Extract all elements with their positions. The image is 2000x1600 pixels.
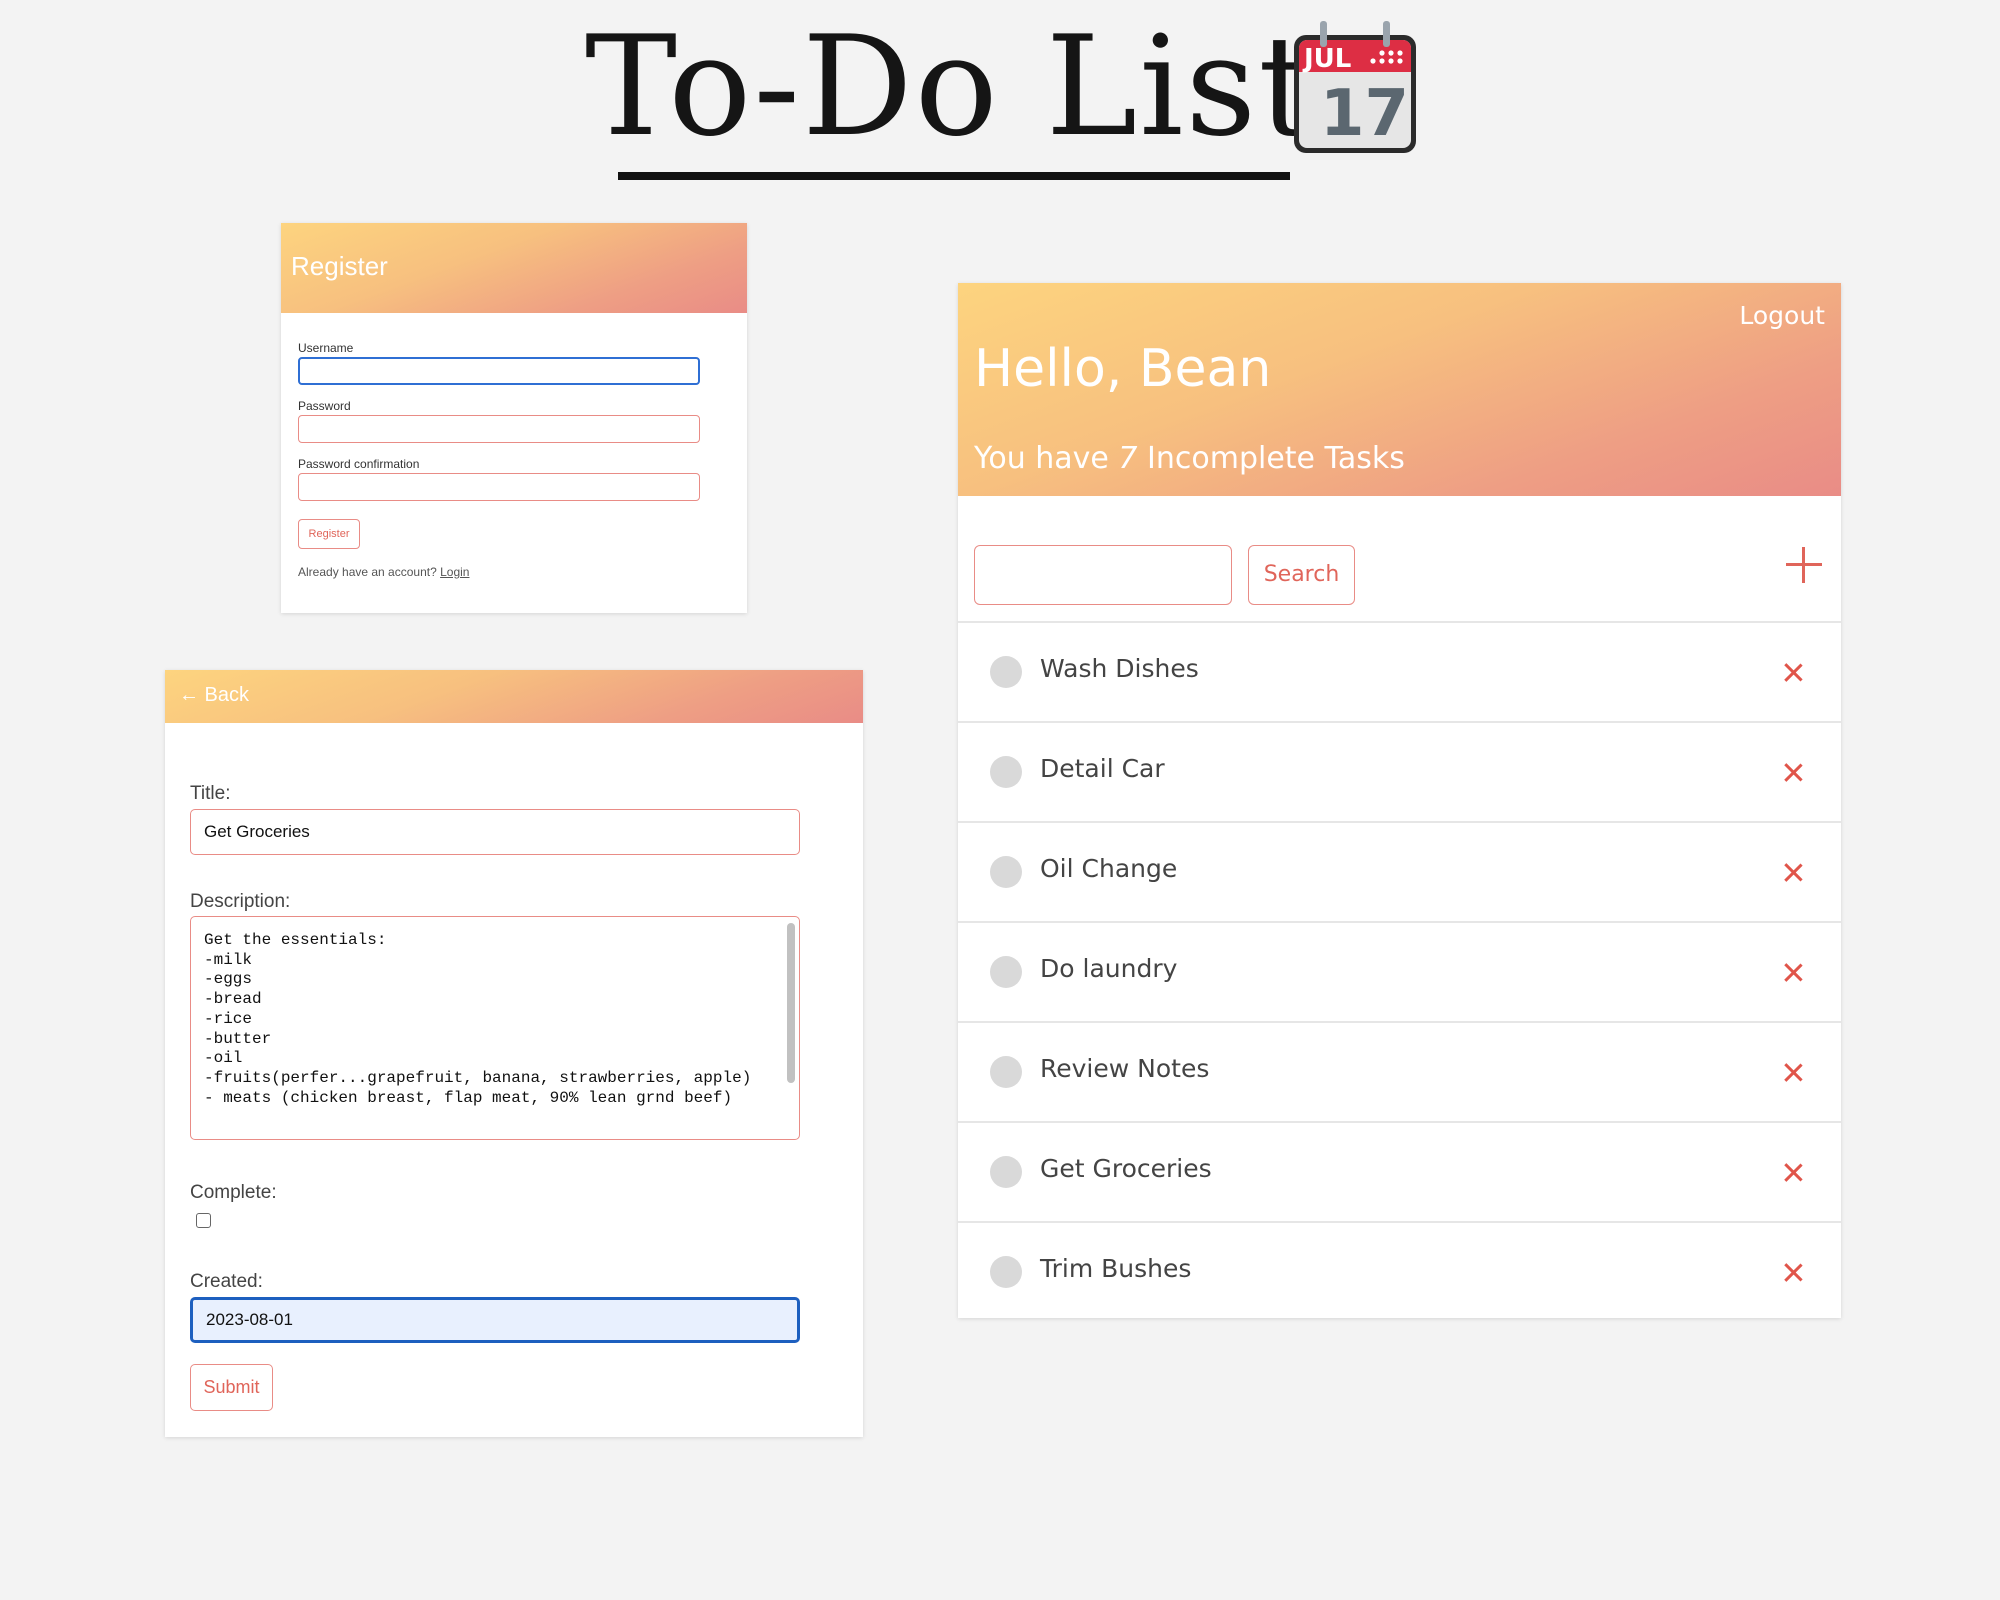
title-input[interactable]: Get Groceries bbox=[190, 809, 800, 855]
page-title: To-Do List bbox=[585, 6, 1316, 167]
circle-check-icon[interactable] bbox=[990, 956, 1022, 988]
close-icon[interactable] bbox=[1777, 856, 1809, 888]
task-row[interactable]: Detail Car bbox=[958, 723, 1841, 823]
task-row[interactable]: Review Notes bbox=[958, 1023, 1841, 1123]
edit-task-header: ← Back bbox=[165, 670, 863, 723]
task-title: Oil Change bbox=[1040, 854, 1178, 883]
calendar-icon: JUL 17 bbox=[1294, 21, 1416, 153]
register-card: Register Username Password Password conf… bbox=[281, 223, 747, 613]
circle-check-icon[interactable] bbox=[990, 1156, 1022, 1188]
complete-label: Complete: bbox=[190, 1182, 277, 1203]
task-row[interactable]: Get Groceries bbox=[958, 1123, 1841, 1223]
created-label: Created: bbox=[190, 1271, 263, 1292]
task-title: Trim Bushes bbox=[1040, 1254, 1192, 1283]
close-icon[interactable] bbox=[1777, 1056, 1809, 1088]
task-row[interactable]: Wash Dishes bbox=[958, 623, 1841, 723]
task-row[interactable]: Do laundry bbox=[958, 923, 1841, 1023]
password-label: Password bbox=[298, 399, 351, 413]
close-icon[interactable] bbox=[1777, 1256, 1809, 1288]
login-prompt-text: Already have an account? bbox=[298, 565, 441, 579]
close-icon[interactable] bbox=[1777, 756, 1809, 788]
circle-check-icon[interactable] bbox=[990, 656, 1022, 688]
circle-check-icon[interactable] bbox=[990, 1056, 1022, 1088]
greeting: Hello, Bean bbox=[974, 339, 1272, 399]
close-icon[interactable] bbox=[1777, 656, 1809, 688]
task-row[interactable]: Oil Change bbox=[958, 823, 1841, 923]
username-label: Username bbox=[298, 341, 354, 355]
task-title: Review Notes bbox=[1040, 1054, 1210, 1083]
login-link[interactable]: Login bbox=[440, 565, 469, 579]
incomplete-count: 7 bbox=[1118, 441, 1138, 476]
created-date-input[interactable]: 2023-08-01 bbox=[190, 1297, 800, 1343]
description-scrollbar[interactable] bbox=[787, 923, 795, 1083]
circle-check-icon[interactable] bbox=[990, 856, 1022, 888]
search-button[interactable]: Search bbox=[1248, 545, 1355, 605]
description-label: Description: bbox=[190, 891, 291, 912]
incomplete-suffix: Incomplete Tasks bbox=[1137, 441, 1405, 476]
username-input[interactable] bbox=[298, 357, 700, 385]
task-list-card: Logout Hello, Bean You have 7 Incomplete… bbox=[958, 283, 1841, 1318]
task-title: Do laundry bbox=[1040, 954, 1178, 983]
incomplete-summary: You have 7 Incomplete Tasks bbox=[974, 441, 1405, 476]
task-title: Detail Car bbox=[1040, 754, 1165, 783]
description-textarea[interactable]: Get the essentials: -milk -eggs -bread -… bbox=[190, 916, 800, 1140]
register-button[interactable]: Register bbox=[298, 519, 360, 549]
circle-check-icon[interactable] bbox=[990, 756, 1022, 788]
calendar-day-text: 17 bbox=[1320, 77, 1409, 151]
submit-button[interactable]: Submit bbox=[190, 1364, 273, 1411]
complete-checkbox[interactable] bbox=[196, 1213, 211, 1228]
title-label: Title: bbox=[190, 783, 231, 804]
register-heading: Register bbox=[291, 251, 388, 281]
incomplete-prefix: You have bbox=[974, 441, 1119, 476]
back-link[interactable]: ← Back bbox=[179, 684, 249, 707]
task-title: Wash Dishes bbox=[1040, 654, 1199, 683]
plus-icon[interactable] bbox=[1784, 545, 1824, 585]
password-confirm-label: Password confirmation bbox=[298, 457, 420, 471]
password-input[interactable] bbox=[298, 415, 700, 443]
calendar-month-text: JUL bbox=[1302, 44, 1351, 74]
close-icon[interactable] bbox=[1777, 1156, 1809, 1188]
password-confirm-input[interactable] bbox=[298, 473, 700, 501]
title-underline bbox=[618, 172, 1290, 180]
edit-task-card: ← Back Title: Get Groceries Description:… bbox=[165, 670, 863, 1437]
task-title: Get Groceries bbox=[1040, 1154, 1212, 1183]
circle-check-icon[interactable] bbox=[990, 1256, 1022, 1288]
login-prompt: Already have an account? Login bbox=[298, 565, 469, 579]
task-row[interactable]: Trim Bushes bbox=[958, 1223, 1841, 1323]
close-icon[interactable] bbox=[1777, 956, 1809, 988]
logout-link[interactable]: Logout bbox=[1739, 301, 1825, 330]
task-list-header: Logout Hello, Bean You have 7 Incomplete… bbox=[958, 283, 1841, 496]
search-input[interactable] bbox=[974, 545, 1232, 605]
register-header: Register bbox=[281, 223, 747, 313]
description-text: Get the essentials: -milk -eggs -bread -… bbox=[204, 931, 752, 1107]
